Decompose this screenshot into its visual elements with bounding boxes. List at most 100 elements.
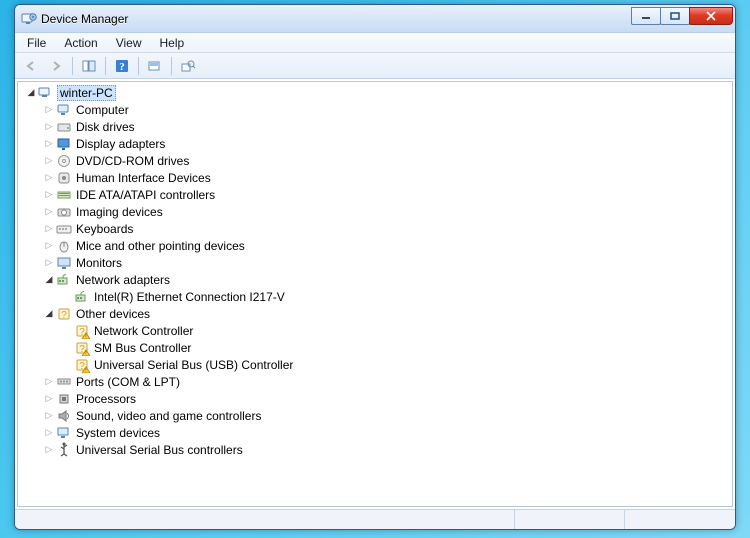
tree-node-label: Universal Serial Bus (USB) Controller [93,358,294,372]
tree-node-label: DVD/CD-ROM drives [75,154,190,168]
expander-icon[interactable]: ▷ [44,224,54,234]
expander-icon[interactable]: ▷ [44,105,54,115]
tree-node-label: Network Controller [93,324,194,338]
tree-node[interactable]: ◢ ? Other devices [22,305,732,322]
tree-node-label: Imaging devices [75,205,164,219]
tree-node[interactable]: Intel(R) Ethernet Connection I217-V [22,288,732,305]
tree-node[interactable]: ▷ Mice and other pointing devices [22,237,732,254]
other-icon: ? [56,306,72,322]
tree-node[interactable]: ▷ Universal Serial Bus controllers [22,441,732,458]
expander-icon[interactable]: ▷ [44,173,54,183]
menu-file[interactable]: File [19,34,54,52]
tree-node[interactable]: ▷ Sound, video and game controllers [22,407,732,424]
expander-icon[interactable]: ▷ [44,156,54,166]
network-icon [56,272,72,288]
tree-node-label: System devices [75,426,161,440]
computer-icon [56,102,72,118]
scan-hardware-button[interactable] [143,55,167,77]
display-icon [56,136,72,152]
status-pane [15,510,515,529]
tree-node[interactable]: ▷ Human Interface Devices [22,169,732,186]
expander-icon[interactable]: ▷ [44,122,54,132]
show-hide-tree-button[interactable] [77,55,101,77]
expander-icon[interactable]: ▷ [44,428,54,438]
statusbar [15,509,735,529]
toolbar: ? [15,53,735,79]
tree-node[interactable]: ◢ Network adapters [22,271,732,288]
imaging-icon [56,204,72,220]
tree-node-label: Processors [75,392,137,406]
tree-node[interactable]: ?! SM Bus Controller [22,339,732,356]
help-button[interactable]: ? [110,55,134,77]
expander-icon[interactable]: ▷ [44,139,54,149]
tree-node[interactable]: ▷ Imaging devices [22,203,732,220]
titlebar[interactable]: Device Manager [15,5,735,33]
menu-view[interactable]: View [108,34,150,52]
toolbar-separator [72,57,73,75]
tree-node[interactable]: ▷ Monitors [22,254,732,271]
minimize-button[interactable] [631,7,661,25]
tree-node[interactable]: ▷ DVD/CD-ROM drives [22,152,732,169]
expander-icon[interactable]: ◢ [26,88,36,98]
status-pane [625,510,735,529]
sound-icon [56,408,72,424]
toolbar-separator [138,57,139,75]
expander-icon[interactable]: ▷ [44,241,54,251]
tree-node-label: Disk drives [75,120,136,134]
tree-node-label: Display adapters [75,137,166,151]
expander-icon[interactable]: ▷ [44,207,54,217]
mouse-icon [56,238,72,254]
tree-node-label: Monitors [75,256,123,270]
tree-node[interactable]: ▷ Display adapters [22,135,732,152]
tree-node[interactable]: ◢ winter-PC [22,84,732,101]
warn-icon: ?! [74,340,90,356]
tree-node-label: Mice and other pointing devices [75,239,246,253]
expander-icon[interactable]: ▷ [44,445,54,455]
window-title: Device Manager [41,12,632,26]
tree-node[interactable]: ?! Universal Serial Bus (USB) Controller [22,356,732,373]
tree-node-label: Sound, video and game controllers [75,409,262,423]
expander-icon[interactable] [62,343,72,353]
update-driver-button[interactable] [176,55,200,77]
expander-icon[interactable]: ◢ [44,309,54,319]
tree-node[interactable]: ▷ Keyboards [22,220,732,237]
tree-node[interactable]: ▷ Processors [22,390,732,407]
expander-icon[interactable]: ▷ [44,377,54,387]
tree-node[interactable]: ▷ Disk drives [22,118,732,135]
app-icon [21,11,37,27]
expander-icon[interactable]: ◢ [44,275,54,285]
nav-back-button[interactable] [19,55,43,77]
nav-forward-button[interactable] [44,55,68,77]
tree-node-label: Intel(R) Ethernet Connection I217-V [93,290,286,304]
expander-icon[interactable]: ▷ [44,411,54,421]
cpu-icon [56,391,72,407]
device-manager-window: Device Manager File Action View Help ? ◢… [14,4,736,530]
tree-node[interactable]: ?! Network Controller [22,322,732,339]
tree-node[interactable]: ▷ Computer [22,101,732,118]
warn-icon: ?! [74,323,90,339]
warn-icon: ?! [74,357,90,373]
menu-help[interactable]: Help [152,34,193,52]
device-tree[interactable]: ◢ winter-PC ▷ Computer ▷ Disk drives ▷ D… [17,81,733,507]
expander-icon[interactable] [62,292,72,302]
toolbar-separator [171,57,172,75]
tree-node[interactable]: ▷ Ports (COM & LPT) [22,373,732,390]
expander-icon[interactable]: ▷ [44,190,54,200]
expander-icon[interactable] [62,326,72,336]
maximize-button[interactable] [660,7,690,25]
expander-icon[interactable]: ▷ [44,258,54,268]
expander-icon[interactable] [62,360,72,370]
ide-icon [56,187,72,203]
tree-node[interactable]: ▷ IDE ATA/ATAPI controllers [22,186,732,203]
window-controls [632,12,733,25]
hid-icon [56,170,72,186]
expander-icon[interactable]: ▷ [44,394,54,404]
tree-node-label: IDE ATA/ATAPI controllers [75,188,216,202]
menu-action[interactable]: Action [56,34,105,52]
monitor-icon [56,255,72,271]
tree-node-label: Ports (COM & LPT) [75,375,181,389]
close-button[interactable] [689,7,733,25]
ports-icon [56,374,72,390]
tree-node-label: winter-PC [57,85,116,101]
tree-node[interactable]: ▷ System devices [22,424,732,441]
